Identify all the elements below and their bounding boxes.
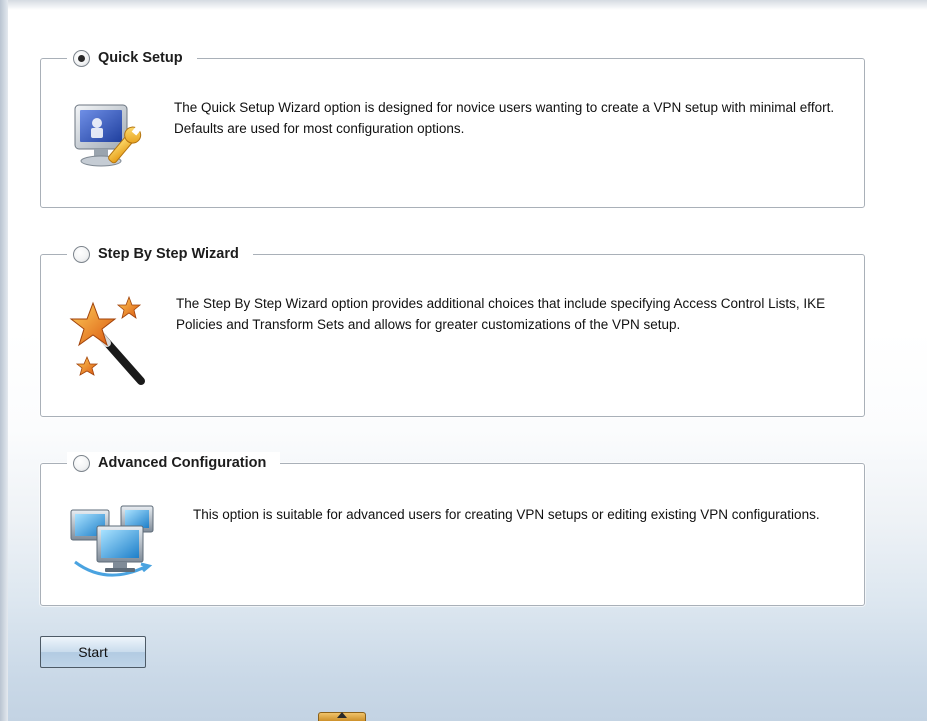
step-by-step-group: Step By Step Wizard The Step By Step Wiz…	[40, 243, 865, 417]
advanced-config-description: This option is suitable for advanced use…	[193, 507, 820, 522]
quick-setup-description: The Quick Setup Wizard option is designe…	[174, 100, 835, 136]
step-by-step-radio[interactable]	[73, 245, 90, 263]
start-button[interactable]: Start	[40, 636, 146, 668]
quick-setup-legend: Quick Setup	[67, 47, 197, 69]
up-arrow-icon	[337, 712, 347, 718]
advanced-config-label[interactable]: Advanced Configuration	[98, 455, 266, 471]
magic-wand-stars-icon	[67, 295, 149, 387]
vpn-setup-page: Quick Setup The Quick Setup Wizard optio…	[0, 0, 927, 721]
quick-setup-radio[interactable]	[73, 49, 90, 67]
step-by-step-description: The Step By Step Wizard option provides …	[176, 296, 826, 332]
advanced-config-group: Advanced Configuration This option is su…	[40, 452, 865, 606]
advanced-config-legend: Advanced Configuration	[67, 452, 281, 474]
computer-wrench-icon	[67, 95, 147, 175]
advanced-config-radio[interactable]	[73, 454, 90, 472]
step-by-step-legend: Step By Step Wizard	[67, 243, 253, 265]
quick-setup-group: Quick Setup The Quick Setup Wizard optio…	[40, 47, 865, 208]
step-by-step-label[interactable]: Step By Step Wizard	[98, 246, 239, 262]
quick-setup-label[interactable]: Quick Setup	[98, 50, 183, 66]
networked-computers-icon	[67, 504, 167, 584]
